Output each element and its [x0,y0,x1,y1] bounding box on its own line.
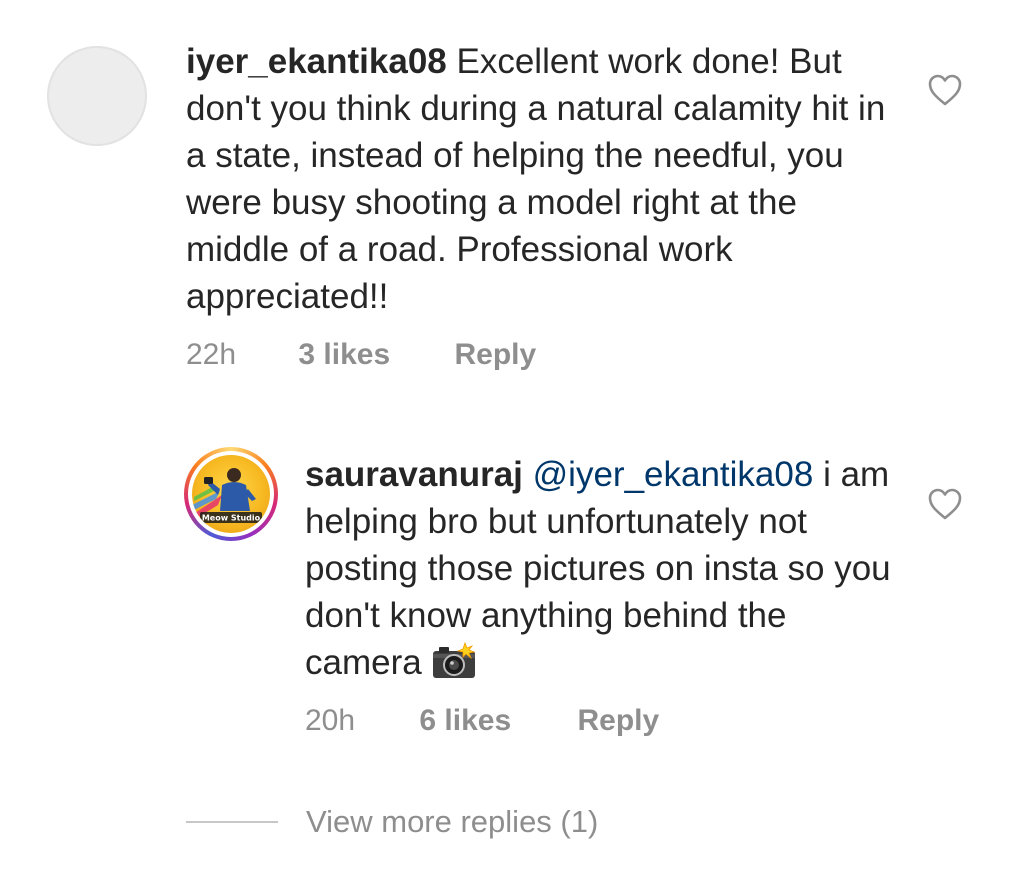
heart-outline-icon[interactable] [927,487,963,521]
reply-time: 20h [305,704,356,737]
avatar[interactable] [47,46,147,146]
heart-outline-icon[interactable] [927,73,963,107]
comment-meta: 22h 3 likes Reply [186,338,536,372]
reply-body: sauravanuraj @iyer_ekantika08 i am helpi… [305,451,895,686]
story-avatar[interactable]: Meow Studio [184,447,278,541]
comment-username[interactable]: iyer_ekantika08 [186,42,447,81]
comment-likes[interactable]: 3 likes [298,338,390,372]
avatar-ring-gap: Meow Studio [188,451,274,537]
reply-mention[interactable]: @iyer_ekantika08 [533,455,814,494]
view-more-replies[interactable]: View more replies (1) [186,802,598,842]
reply-button[interactable]: Reply [578,704,660,738]
reply-meta: 20h 6 likes Reply [305,704,659,738]
avatar-label: Meow Studio [202,514,261,523]
reply-button[interactable]: Reply [455,338,537,372]
view-more-label[interactable]: View more replies (1) [306,804,598,840]
comment-time: 22h [186,338,237,371]
reply-username[interactable]: sauravanuraj [305,455,523,494]
view-more-divider [186,821,278,823]
reply-likes[interactable]: 6 likes [419,704,511,738]
comment-text: Excellent work done! But don't you think… [186,42,886,316]
avatar-illustration: Meow Studio [192,468,262,523]
comment-body: iyer_ekantika08 Excellent work done! But… [186,38,886,320]
avatar: Meow Studio [192,455,270,533]
camera-flash-icon [433,642,476,678]
